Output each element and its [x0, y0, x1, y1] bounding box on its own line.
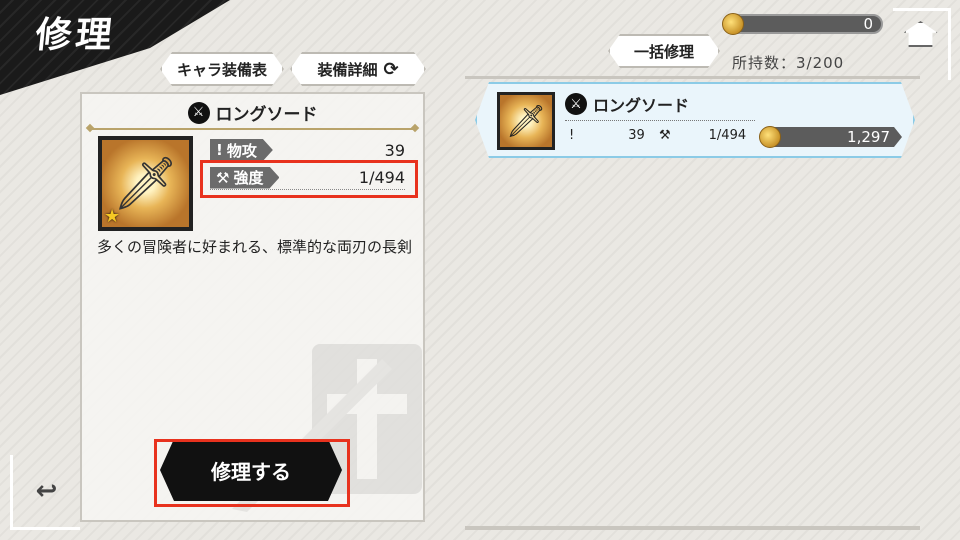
stat-attack-label: 物攻: [226, 141, 257, 160]
currency-bar: 0: [728, 14, 883, 34]
tab-equipment-table[interactable]: キャラ装備表: [160, 52, 284, 86]
list-item-image: 🗡: [497, 92, 555, 150]
list-item-attack: ! 39: [569, 128, 645, 143]
divider: [565, 120, 755, 121]
sword-type-icon: ⚔: [565, 93, 587, 115]
list-item-name-row: ⚔ ロングソード: [565, 92, 689, 116]
tab-equipment-detail-label: 装備詳細: [317, 60, 378, 79]
owned-count: 所持数：3/200: [732, 54, 845, 72]
list-item[interactable]: 🗡 ⚔ ロングソード ! 39 ⚒ 1/494 1,297: [475, 82, 915, 158]
sword-type-icon: ⚔: [187, 101, 210, 124]
star-icon: ★: [104, 206, 121, 227]
back-arrow-icon: ↩: [35, 476, 58, 506]
item-description: 多くの冒険者に好まれる、標準的な両刃の長剣: [97, 238, 413, 256]
item-name-row: ⚔ ロングソード: [82, 100, 423, 125]
page-title: 修理: [33, 15, 118, 56]
stat-attack: ! 物攻 39: [210, 138, 405, 162]
highlight-durability: [200, 160, 418, 198]
coin-icon: [722, 13, 744, 35]
list-top-divider: [465, 76, 920, 79]
divider: [90, 128, 415, 130]
list-item-durability: ⚒ 1/494: [659, 128, 746, 143]
attack-icon: !: [216, 141, 223, 159]
tab-equipment-table-label: キャラ装備表: [176, 60, 267, 79]
coin-icon: [759, 126, 781, 148]
highlight-repair: [154, 439, 350, 507]
durability-icon: ⚒: [659, 128, 671, 143]
tab-equipment-detail[interactable]: 装備詳細 ⟳: [290, 52, 426, 86]
back-button[interactable]: ↩: [10, 455, 80, 530]
item-name: ロングソード: [215, 105, 318, 125]
list-item-cost: 1,297: [762, 127, 902, 147]
home-icon: [903, 21, 938, 47]
stat-attack-value: 39: [384, 140, 405, 160]
attack-icon: !: [569, 128, 575, 143]
item-image: 🗡 ★: [98, 136, 193, 231]
list-bottom-divider: [465, 526, 920, 530]
item-detail-card: ⚔ ロングソード 🗡 ★ ! 物攻 39 ⚒ 強度 1/494 多くの冒険者に好…: [80, 92, 425, 522]
bulk-repair-button[interactable]: 一括修理: [608, 34, 720, 68]
sword-icon: 🗡: [112, 154, 179, 214]
sword-icon: 🗡: [505, 102, 547, 140]
list-item-attack-value: 39: [628, 128, 645, 143]
home-button[interactable]: [893, 8, 951, 80]
list-item-name: ロングソード: [593, 96, 690, 115]
refresh-icon: ⟳: [383, 58, 399, 80]
list-item-durability-value: 1/494: [708, 128, 747, 143]
